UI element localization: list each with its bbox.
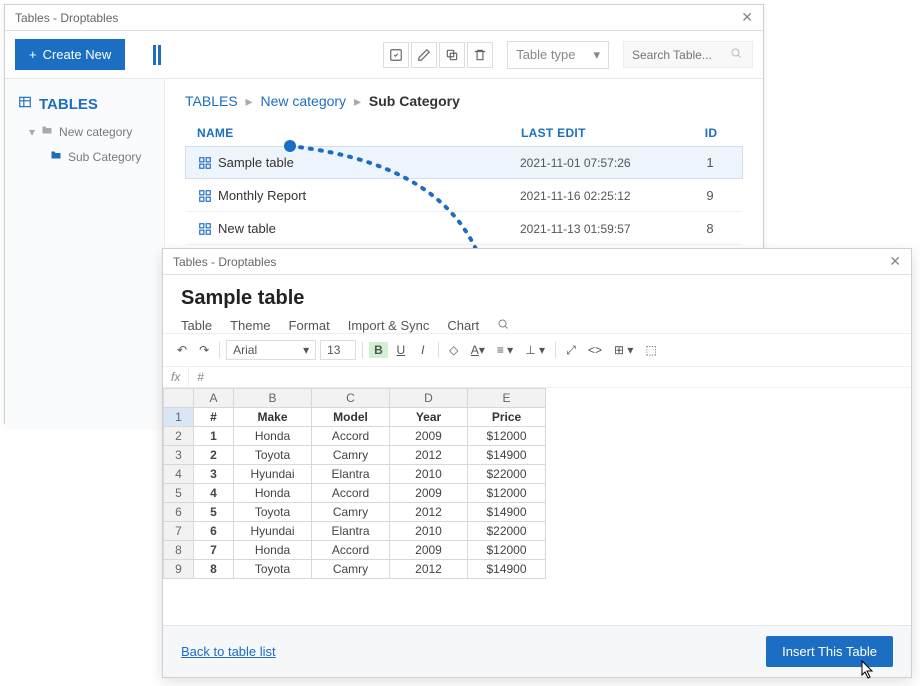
search-input[interactable] bbox=[632, 48, 722, 62]
table-editor-window: Tables - Droptables ✕ Sample table Table… bbox=[162, 248, 912, 678]
merge-icon[interactable]: ⬚ bbox=[641, 341, 660, 359]
close-icon[interactable]: ✕ bbox=[889, 253, 901, 270]
folder-icon bbox=[49, 149, 63, 164]
table-row[interactable]: New table2021-11-13 01:59:578 bbox=[185, 212, 743, 245]
redo-icon[interactable]: ↷ bbox=[195, 341, 213, 359]
table-last-edit: 2021-11-16 02:25:12 bbox=[520, 189, 690, 203]
table-name: New table bbox=[218, 221, 520, 236]
tab-table[interactable]: Table bbox=[181, 318, 212, 333]
rename-icon[interactable] bbox=[411, 42, 437, 68]
table-type-icon bbox=[198, 156, 218, 170]
sidebar-item-new-category[interactable]: ▾ New category bbox=[5, 119, 164, 144]
tab-import-sync[interactable]: Import & Sync bbox=[348, 318, 430, 333]
fx-label: fx bbox=[163, 367, 189, 387]
editor-window-title: Tables - Droptables bbox=[173, 255, 276, 269]
formula-bar: fx # bbox=[163, 367, 911, 388]
table-id: 9 bbox=[690, 188, 730, 203]
sidebar-item-sub-category[interactable]: Sub Category bbox=[5, 144, 164, 169]
fill-color-icon[interactable]: ◇ bbox=[445, 341, 463, 359]
breadcrumb-category[interactable]: New category bbox=[260, 93, 346, 109]
table-row[interactable]: Sample table2021-11-01 07:57:261 bbox=[185, 146, 743, 179]
col-last-edit[interactable]: LAST EDIT bbox=[521, 126, 691, 140]
chevron-down-icon: ▾ bbox=[303, 343, 309, 357]
format-toolbar: ↶ ↷ Arial▾ 13 B U I ◇ A ▾ ≡ ▾ ⊥ ▾ ⤢ <> ⊞… bbox=[163, 333, 911, 367]
table-type-icon bbox=[198, 222, 218, 236]
table-type-label: Table type bbox=[516, 47, 575, 62]
create-new-button[interactable]: + Create New bbox=[15, 39, 125, 70]
font-select[interactable]: Arial▾ bbox=[226, 340, 316, 360]
spreadsheet[interactable]: ABCDE1#MakeModelYearPrice21HondaAccord20… bbox=[163, 388, 911, 579]
trash-icon[interactable] bbox=[467, 42, 493, 68]
titlebar: Tables - Droptables ✕ bbox=[5, 5, 763, 31]
close-icon[interactable]: ✕ bbox=[741, 9, 753, 26]
back-to-list-link[interactable]: Back to table list bbox=[181, 644, 276, 659]
table-id: 1 bbox=[690, 155, 730, 170]
font-size-input[interactable]: 13 bbox=[320, 340, 356, 360]
expand-icon[interactable]: ⤢ bbox=[562, 341, 580, 360]
grid-icon[interactable]: ⊞ ▾ bbox=[610, 341, 637, 359]
table-name: Monthly Report bbox=[218, 188, 520, 203]
table-row[interactable]: Monthly Report2021-11-16 02:25:129 bbox=[185, 179, 743, 212]
table-type-icon bbox=[198, 189, 218, 203]
caret-icon: ▾ bbox=[29, 125, 35, 139]
breadcrumb: TABLES ▸ New category ▸ Sub Category bbox=[185, 93, 743, 110]
tables-icon bbox=[17, 95, 33, 113]
tab-format[interactable]: Format bbox=[289, 318, 330, 333]
tab-chart[interactable]: Chart bbox=[447, 318, 479, 333]
editor-tabs: Table Theme Format Import & Sync Chart bbox=[181, 318, 893, 333]
create-new-label: Create New bbox=[43, 47, 112, 62]
col-name[interactable]: NAME bbox=[197, 126, 521, 140]
bold-icon[interactable]: B bbox=[369, 342, 388, 358]
table-last-edit: 2021-11-13 01:59:57 bbox=[520, 222, 690, 236]
search-icon[interactable] bbox=[497, 318, 509, 333]
italic-icon[interactable]: I bbox=[414, 341, 432, 359]
editor-titlebar: Tables - Droptables ✕ bbox=[163, 249, 911, 275]
copy-icon[interactable] bbox=[439, 42, 465, 68]
plus-icon: + bbox=[29, 47, 37, 62]
col-id[interactable]: ID bbox=[691, 126, 731, 140]
valign-icon[interactable]: ⊥ ▾ bbox=[521, 341, 549, 359]
search-box[interactable] bbox=[623, 41, 753, 68]
editor-title: Sample table bbox=[181, 287, 893, 310]
insert-table-button[interactable]: Insert This Table bbox=[766, 636, 893, 667]
undo-icon[interactable]: ↶ bbox=[173, 341, 191, 359]
sidebar-heading: TABLES bbox=[5, 89, 164, 119]
table-type-select[interactable]: Table type ▾ bbox=[507, 41, 609, 69]
breadcrumb-root[interactable]: TABLES bbox=[185, 93, 238, 109]
folder-icon bbox=[40, 124, 54, 139]
search-icon bbox=[730, 47, 742, 62]
breadcrumb-current: Sub Category bbox=[369, 93, 460, 109]
code-icon[interactable]: <> bbox=[584, 341, 606, 359]
align-icon[interactable]: ≡ ▾ bbox=[493, 341, 517, 359]
drag-handle-icon[interactable] bbox=[153, 45, 161, 65]
chevron-down-icon: ▾ bbox=[593, 47, 600, 63]
sidebar: TABLES ▾ New category Sub Category bbox=[5, 79, 165, 427]
table-name: Sample table bbox=[218, 155, 520, 170]
window-title: Tables - Droptables bbox=[15, 11, 118, 25]
edit-icon[interactable] bbox=[383, 42, 409, 68]
toolbar-icons bbox=[383, 42, 493, 68]
text-color-icon[interactable]: A ▾ bbox=[467, 341, 489, 359]
list-header: NAME LAST EDIT ID bbox=[185, 120, 743, 146]
tab-theme[interactable]: Theme bbox=[230, 318, 270, 333]
table-id: 8 bbox=[690, 221, 730, 236]
editor-footer: Back to table list Insert This Table bbox=[163, 625, 911, 677]
toolbar: + Create New Table type ▾ bbox=[5, 31, 763, 79]
fx-value[interactable]: # bbox=[189, 367, 212, 387]
table-last-edit: 2021-11-01 07:57:26 bbox=[520, 156, 690, 170]
underline-icon[interactable]: U bbox=[392, 341, 410, 359]
